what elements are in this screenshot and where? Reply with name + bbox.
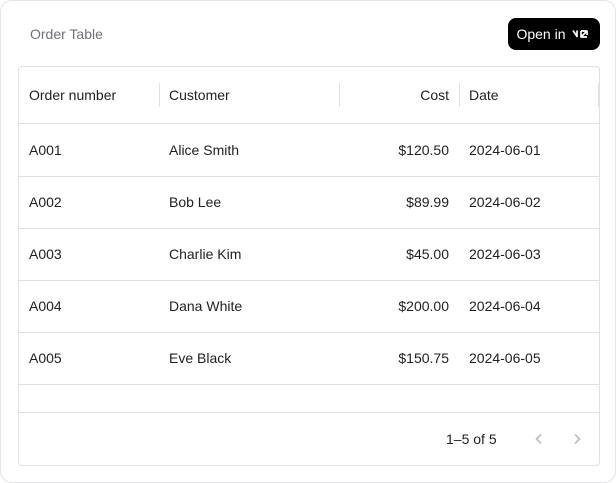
order-table-card: Order Table Open in Order number Custome…: [0, 0, 616, 483]
table-row[interactable]: A001 Alice Smith $120.50 2024-06-01: [19, 124, 599, 177]
customer-cell[interactable]: Bob Lee: [169, 176, 339, 228]
table-header: Order number Customer Cost Date: [19, 67, 599, 124]
column-header-date[interactable]: Date: [469, 67, 589, 123]
order-number-cell[interactable]: A005: [29, 332, 159, 384]
order-number-cell[interactable]: A004: [29, 280, 159, 332]
customer-cell[interactable]: Alice Smith: [169, 124, 339, 176]
customer-cell[interactable]: Eve Black: [169, 332, 339, 384]
column-separator[interactable]: [459, 83, 460, 107]
cost-cell[interactable]: $120.50: [339, 124, 449, 176]
next-page-button[interactable]: [565, 427, 589, 451]
cost-cell[interactable]: $45.00: [339, 228, 449, 280]
table-footer: 1–5 of 5: [19, 412, 599, 465]
open-in-label: Open in: [516, 26, 566, 42]
chevron-left-icon: [535, 433, 542, 445]
open-in-v0-button[interactable]: Open in: [508, 18, 600, 50]
pagination-range: 1–5 of 5: [446, 431, 497, 447]
order-number-cell[interactable]: A003: [29, 228, 159, 280]
table-row[interactable]: A003 Charlie Kim $45.00 2024-06-03: [19, 228, 599, 281]
customer-cell[interactable]: Dana White: [169, 280, 339, 332]
card-title: Order Table: [30, 26, 103, 42]
customer-cell[interactable]: Charlie Kim: [169, 228, 339, 280]
order-number-cell[interactable]: A002: [29, 176, 159, 228]
column-header-order-number[interactable]: Order number: [29, 67, 159, 123]
table-row[interactable]: A002 Bob Lee $89.99 2024-06-02: [19, 176, 599, 229]
cost-cell[interactable]: $200.00: [339, 280, 449, 332]
date-cell[interactable]: 2024-06-02: [469, 176, 589, 228]
date-cell[interactable]: 2024-06-01: [469, 124, 589, 176]
order-number-cell[interactable]: A001: [29, 124, 159, 176]
column-header-cost[interactable]: Cost: [339, 67, 449, 123]
v0-logo-icon: [571, 30, 588, 38]
table-row[interactable]: A005 Eve Black $150.75 2024-06-05: [19, 332, 599, 385]
cost-cell[interactable]: $150.75: [339, 332, 449, 384]
previous-page-button[interactable]: [527, 427, 551, 451]
date-cell[interactable]: 2024-06-05: [469, 332, 589, 384]
column-separator[interactable]: [598, 83, 599, 107]
table-row[interactable]: A004 Dana White $200.00 2024-06-04: [19, 280, 599, 333]
date-cell[interactable]: 2024-06-03: [469, 228, 589, 280]
date-cell[interactable]: 2024-06-04: [469, 280, 589, 332]
column-separator[interactable]: [159, 83, 160, 107]
order-data-grid: Order number Customer Cost Date A001 Ali…: [18, 66, 600, 466]
chevron-right-icon: [574, 433, 581, 445]
column-header-customer[interactable]: Customer: [169, 67, 339, 123]
cost-cell[interactable]: $89.99: [339, 176, 449, 228]
